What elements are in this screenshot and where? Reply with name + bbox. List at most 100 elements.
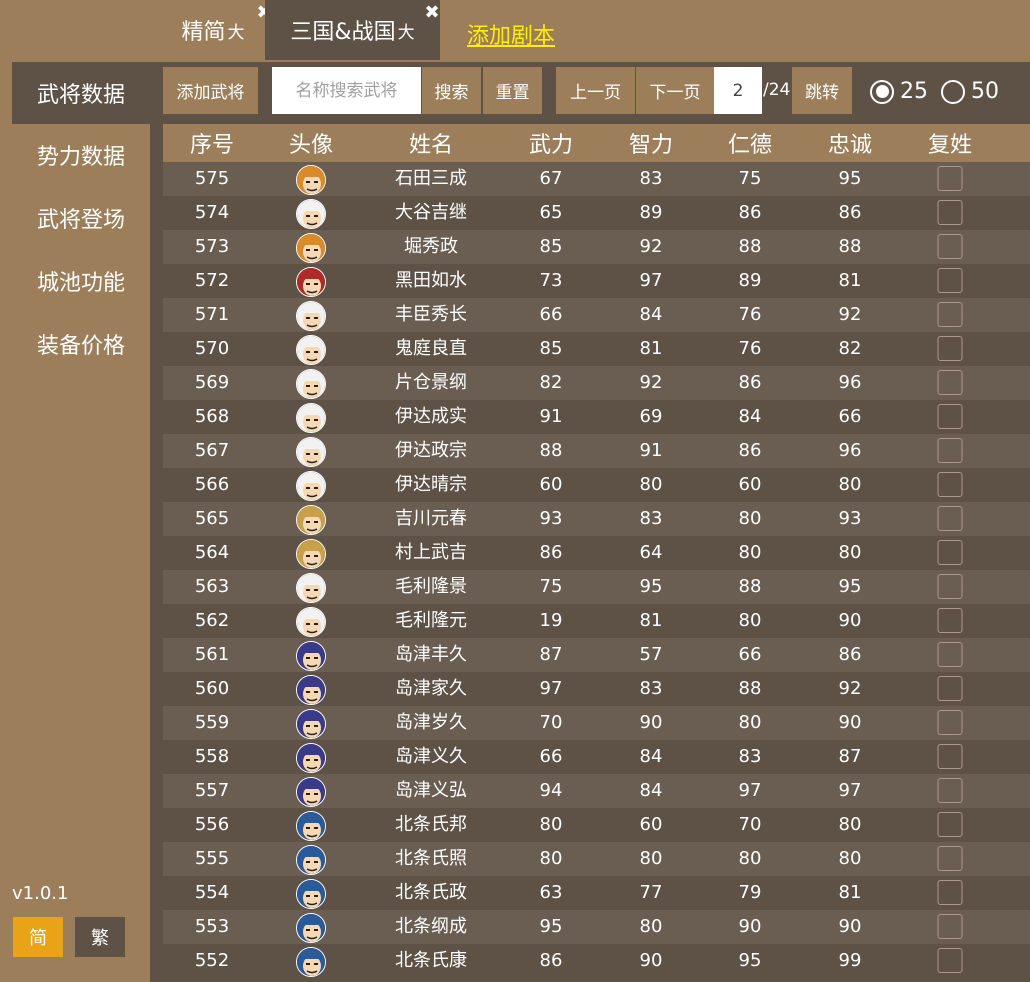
compound-surname-checkbox[interactable] xyxy=(937,370,963,395)
search-button[interactable]: 搜索 xyxy=(422,67,481,114)
cell-loyalty: 88 xyxy=(838,236,862,257)
cell-virtue: 97 xyxy=(738,780,762,801)
cell-loyalty: 92 xyxy=(838,678,862,699)
sidebar-item-appearance[interactable]: 武将登场 xyxy=(12,186,150,250)
compound-surname-checkbox[interactable] xyxy=(937,404,963,429)
compound-surname-checkbox[interactable] xyxy=(937,846,963,871)
compound-surname-checkbox[interactable] xyxy=(937,574,963,599)
table-row[interactable]: 568 伊达成实 91 69 84 66 xyxy=(163,400,1030,434)
cell-loyalty: 90 xyxy=(838,712,862,733)
cell-intelligence: 90 xyxy=(639,712,663,733)
compound-surname-checkbox[interactable] xyxy=(937,608,963,633)
column-header-strength[interactable]: 武力 xyxy=(529,127,573,159)
simplified-button[interactable]: 简 xyxy=(13,917,63,957)
avatar-icon xyxy=(296,505,326,535)
compound-surname-checkbox[interactable] xyxy=(937,166,963,191)
next-page-button[interactable]: 下一页 xyxy=(636,67,714,114)
tab-simplified[interactable]: 精简大 ✖ xyxy=(163,0,271,60)
table-row[interactable]: 560 岛津家久 97 83 88 92 xyxy=(163,672,1030,706)
compound-surname-checkbox[interactable] xyxy=(937,880,963,905)
column-header-virtue[interactable]: 仁德 xyxy=(728,127,772,159)
cell-id: 563 xyxy=(194,576,230,597)
sidebar-item-city[interactable]: 城池功能 xyxy=(12,250,150,312)
cell-id: 571 xyxy=(194,304,230,325)
table-row[interactable]: 552 北条氏康 86 90 95 99 xyxy=(163,944,1030,978)
cell-virtue: 83 xyxy=(738,746,762,767)
compound-surname-checkbox[interactable] xyxy=(937,642,963,667)
column-header-id[interactable]: 序号 xyxy=(190,127,234,159)
table-row[interactable]: 563 毛利隆景 75 95 88 95 xyxy=(163,570,1030,604)
compound-surname-checkbox[interactable] xyxy=(937,200,963,225)
compound-surname-checkbox[interactable] xyxy=(937,438,963,463)
table-row[interactable]: 558 岛津义久 66 84 83 87 xyxy=(163,740,1030,774)
sidebar-item-generals[interactable]: 武将数据 xyxy=(12,62,150,124)
jump-button[interactable]: 跳转 xyxy=(792,67,852,114)
compound-surname-checkbox[interactable] xyxy=(937,234,963,259)
column-header-loyalty[interactable]: 忠诚 xyxy=(828,127,872,159)
cell-intelligence: 89 xyxy=(639,202,663,223)
compound-surname-checkbox[interactable] xyxy=(937,506,963,531)
table-row[interactable]: 561 岛津丰久 87 57 66 86 xyxy=(163,638,1030,672)
avatar-icon xyxy=(296,845,326,875)
table-row[interactable]: 553 北条纲成 95 80 90 90 xyxy=(163,910,1030,944)
sidebar-item-equipment-price[interactable]: 装备价格 xyxy=(12,312,150,376)
table-row[interactable]: 557 岛津义弘 94 84 97 97 xyxy=(163,774,1030,808)
compound-surname-checkbox[interactable] xyxy=(937,540,963,565)
cell-name: 鬼庭良直 xyxy=(395,338,467,359)
table-row[interactable]: 570 鬼庭良直 85 81 76 82 xyxy=(163,332,1030,366)
avatar-icon xyxy=(296,743,326,773)
table-row[interactable]: 572 黑田如水 73 97 89 81 xyxy=(163,264,1030,298)
cell-strength: 97 xyxy=(539,678,563,699)
table-row[interactable]: 575 石田三成 67 83 75 95 xyxy=(163,162,1030,196)
cell-id: 556 xyxy=(194,814,230,835)
cell-name: 北条氏照 xyxy=(395,848,467,869)
table-row[interactable]: 566 伊达晴宗 60 80 60 80 xyxy=(163,468,1030,502)
table-row[interactable]: 555 北条氏照 80 80 80 80 xyxy=(163,842,1030,876)
cell-strength: 80 xyxy=(539,814,563,835)
cell-loyalty: 86 xyxy=(838,202,862,223)
cell-intelligence: 69 xyxy=(639,406,663,427)
compound-surname-checkbox[interactable] xyxy=(937,744,963,769)
column-header-name[interactable]: 姓名 xyxy=(409,127,453,159)
compound-surname-checkbox[interactable] xyxy=(937,268,963,293)
compound-surname-checkbox[interactable] xyxy=(937,710,963,735)
compound-surname-checkbox[interactable] xyxy=(937,336,963,361)
close-icon[interactable]: ✖ xyxy=(423,4,441,22)
table-row[interactable]: 573 堀秀政 85 92 88 88 xyxy=(163,230,1030,264)
search-input[interactable] xyxy=(272,67,421,114)
compound-surname-checkbox[interactable] xyxy=(937,472,963,497)
traditional-button[interactable]: 繁 xyxy=(75,917,125,957)
table-row[interactable]: 574 大谷吉继 65 89 86 86 xyxy=(163,196,1030,230)
sidebar-item-forces[interactable]: 势力数据 xyxy=(12,124,150,186)
radio-label: 50 xyxy=(971,79,999,104)
cell-intelligence: 57 xyxy=(639,644,663,665)
table-row[interactable]: 554 北条氏政 63 77 79 81 xyxy=(163,876,1030,910)
table-row[interactable]: 564 村上武吉 86 64 80 80 xyxy=(163,536,1030,570)
sidebar: 武将数据 势力数据 武将登场 城池功能 装备价格 xyxy=(12,62,150,376)
table-row[interactable]: 565 吉川元春 93 83 80 93 xyxy=(163,502,1030,536)
compound-surname-checkbox[interactable] xyxy=(937,676,963,701)
table-row[interactable]: 556 北条氏邦 80 60 70 80 xyxy=(163,808,1030,842)
table-row[interactable]: 559 岛津岁久 70 90 80 90 xyxy=(163,706,1030,740)
compound-surname-checkbox[interactable] xyxy=(937,948,963,973)
cell-name: 毛利隆元 xyxy=(395,610,467,631)
table-row[interactable]: 571 丰臣秀长 66 84 76 92 xyxy=(163,298,1030,332)
table-row[interactable]: 569 片仓景纲 82 92 86 96 xyxy=(163,366,1030,400)
add-general-button[interactable]: 添加武将 xyxy=(163,67,258,114)
compound-surname-checkbox[interactable] xyxy=(937,812,963,837)
avatar-icon xyxy=(296,777,326,807)
column-header-intelligence[interactable]: 智力 xyxy=(629,127,673,159)
compound-surname-checkbox[interactable] xyxy=(937,778,963,803)
tab-three-kingdoms[interactable]: 三国&战国大 ✖ xyxy=(265,0,440,60)
compound-surname-checkbox[interactable] xyxy=(937,302,963,327)
table-row[interactable]: 562 毛利隆元 19 81 80 90 xyxy=(163,604,1030,638)
page-size-25-radio[interactable]: 25 xyxy=(870,79,928,104)
compound-surname-checkbox[interactable] xyxy=(937,914,963,939)
page-size-50-radio[interactable]: 50 xyxy=(941,79,999,104)
prev-page-button[interactable]: 上一页 xyxy=(556,67,635,114)
reset-button[interactable]: 重置 xyxy=(483,67,542,114)
page-number-input[interactable] xyxy=(714,67,762,114)
cell-virtue: 84 xyxy=(738,406,762,427)
add-script-link[interactable]: 添加剧本 xyxy=(467,18,555,50)
table-row[interactable]: 567 伊达政宗 88 91 86 96 xyxy=(163,434,1030,468)
